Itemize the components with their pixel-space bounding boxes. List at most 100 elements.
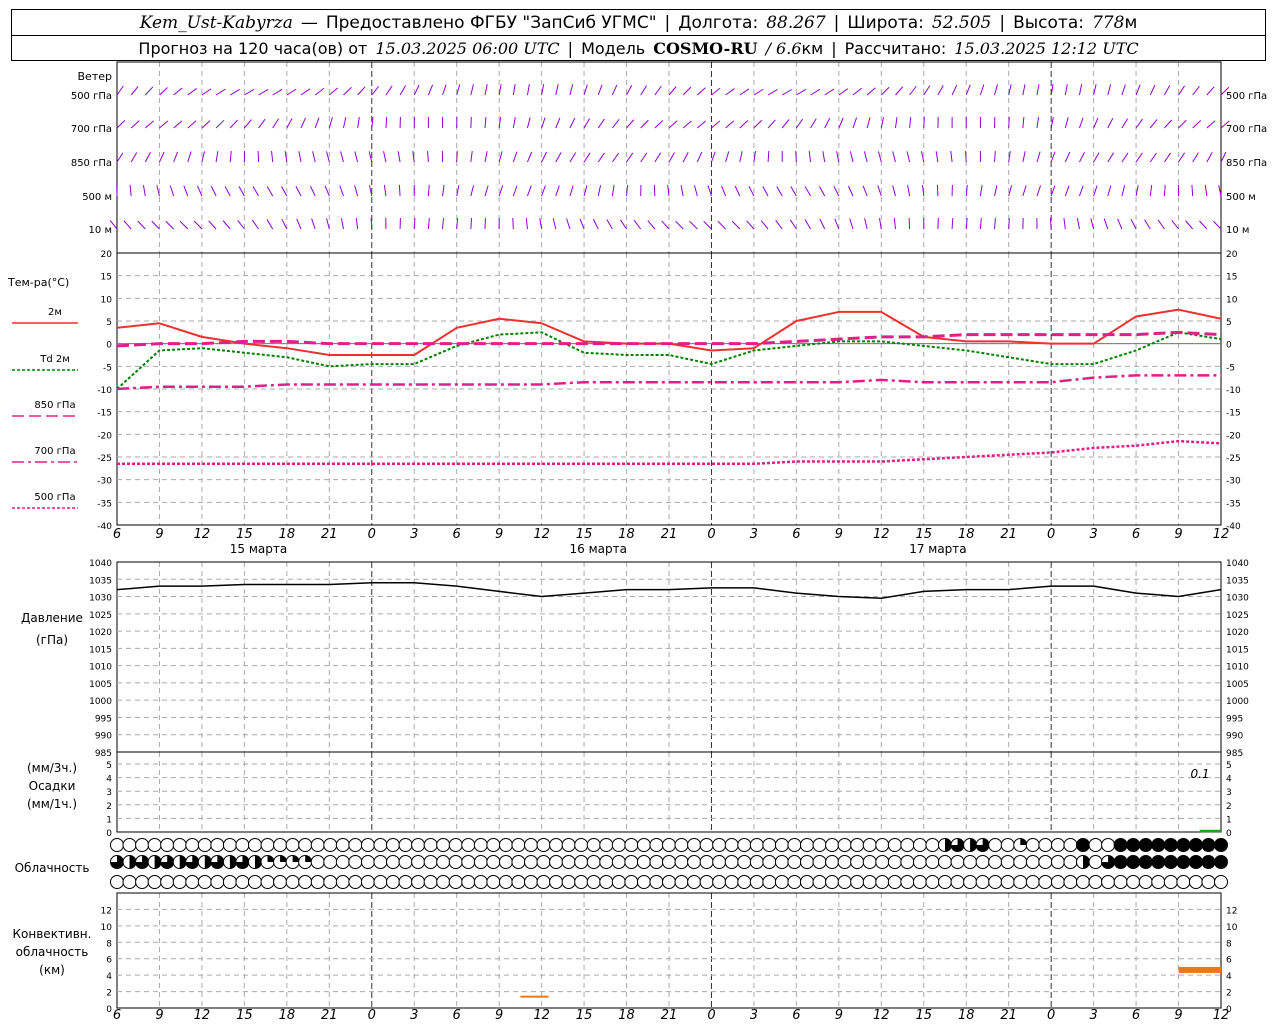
pressure-tick-label-right: 1010 [1226,663,1249,673]
wind-barb [173,120,183,129]
wind-barb [795,150,797,163]
wind-barb [201,88,212,96]
pressure-tick-label: 1010 [89,663,112,673]
cloud-cover-symbol [135,875,150,889]
wind-barb [640,85,647,96]
wind-barb [210,185,217,197]
wind-barb [271,151,274,163]
cloud-cover-symbol [599,838,614,852]
wind-barb [398,184,401,197]
cloud-cover-fill [970,838,977,852]
wind-level-label-right: 500 гПа [1226,91,1267,102]
wind-level-label-right: 700 гПа [1226,124,1267,135]
wind-barb [907,185,911,197]
wind-barb [849,218,854,230]
wind-barb [620,219,627,230]
wind-barb [427,84,434,96]
wind-barb [187,151,192,163]
pressure-title: Давление [21,611,83,625]
cloud-cover-symbol [737,838,752,852]
cloud-cover-fill [267,855,275,862]
day-label: 16 марта [570,542,627,556]
cloud-cover-symbol [988,855,1003,869]
wind-barb [810,118,817,129]
wind-barb [1163,85,1171,96]
cloud-cover-fill [154,855,162,869]
cloud-cover-symbol [574,875,589,889]
cloud-cover-symbol [912,855,927,869]
cloud-cover-symbol [749,855,764,869]
wind-barb [682,151,689,163]
wind-barb [894,117,898,129]
convective-tick-label-right: 10 [1226,923,1238,933]
temp-tick-label-right: 20 [1226,250,1238,260]
wind-barb [1036,117,1040,129]
wind-barb [762,186,769,197]
wind-barb [237,219,245,230]
cloud-cover-symbol [360,875,375,889]
cloud-cover-symbol [411,855,426,869]
cloud-cover-symbol [373,875,388,889]
cloud-cover-fill [1151,838,1165,852]
cloud-cover-symbol [1025,838,1040,852]
wind-barb [696,151,703,163]
wind-barb [626,85,633,96]
cloud-cover-symbol [448,838,463,852]
cloud-cover-symbol [486,838,501,852]
cloud-cover-symbol [636,875,651,889]
wind-barb [1107,152,1115,163]
cloud-cover-symbol [436,855,451,869]
precip-tick-label-right: 0 [1226,829,1232,839]
time-tick-label: 12 [194,527,211,542]
cloud-cover-symbol [950,855,965,869]
wind-barb [484,151,488,163]
cloud-cover-symbol [1163,875,1178,889]
cloud-cover-symbol [624,838,639,852]
wind-barb [1050,185,1056,197]
wind-barb [626,152,634,163]
wind-barb [611,152,620,163]
cloud-cover-symbol [210,875,225,889]
wind-barb [1206,86,1215,96]
pressure-tick-label: 990 [95,732,112,742]
cloud-cover-symbol [611,875,626,889]
cloud-cover-symbol [938,855,952,869]
cloud-cover-symbol [611,855,626,869]
wind-barb [1135,118,1143,129]
cloud-cover-symbol [1000,838,1015,852]
cloud-cover-symbol [461,838,476,852]
meteogram-chart: Ветер 500 гПа 500 гПа 700 гПа 700 гПа 850 гПа… [7,61,1267,1023]
cloud-cover-symbol [411,875,426,889]
wind-barb [863,151,868,163]
wind-barb [442,217,444,230]
cloud-cover-symbol [386,838,400,852]
cloud-cover-fill [1189,855,1203,869]
cloud-cover-symbol [423,838,438,852]
cloud-cover-symbol [222,838,237,852]
wind-barb [1149,185,1153,197]
day-label: 15 марта [230,542,287,556]
convective-bar [1178,966,1221,973]
cloud-cover-symbol [260,875,275,889]
temp-legend-label: 500 гПа [34,492,75,503]
wind-barb [193,220,203,230]
cloud-cover-symbol [436,838,451,852]
wind-barb [606,219,613,230]
cloud-cover-symbol [122,838,137,852]
wind-barb [314,87,325,96]
cloud-cover-symbol [335,838,350,852]
pressure-tick-label: 985 [95,749,112,759]
cloud-cover-symbol [762,855,777,869]
cloud-cover-symbol [423,875,438,889]
cloud-cover-fill [305,855,312,862]
cloud-cover-symbol [1088,838,1103,852]
precip-tick-label: 0 [106,829,112,839]
wind-barb [790,186,797,197]
wind-barb [592,218,599,230]
wind-barb [130,152,138,163]
wind-barb [552,218,557,230]
wind-barb [1192,152,1199,163]
wind-barb [1036,84,1040,96]
time-tick-label: 6 [792,527,800,542]
wind-barb [893,218,896,230]
